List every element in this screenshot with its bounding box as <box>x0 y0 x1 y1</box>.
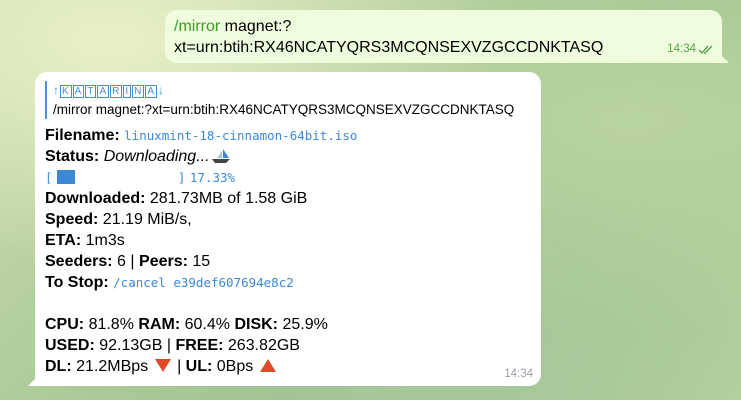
reply-sender-letter: N <box>132 85 145 98</box>
reply-sender-letter: A <box>145 85 158 98</box>
outgoing-message-line-1: /mirror magnet:? <box>174 16 714 37</box>
incoming-message-bubble[interactable]: ↑ K A T A R I N A ↓ /mirror magnet:?xt=urn:btih:R… <box>28 72 541 386</box>
downloaded-value: 281.73MB of 1.58 GiB <box>149 190 308 207</box>
seeders-label: Seeders: <box>45 253 113 270</box>
disk-label: DISK: <box>234 316 278 333</box>
outgoing-message-line-2: xt=urn:btih:RX46NCATYQRS3MCQNSEXVZGCCDNK… <box>174 39 604 56</box>
progress-bar-fill <box>56 170 75 184</box>
ul-label: UL: <box>185 358 213 375</box>
sailboat-icon <box>211 149 230 163</box>
disk-value: 25.9% <box>282 316 328 333</box>
cancel-command-link[interactable]: /cancel e39def607694e8c2 <box>113 275 294 290</box>
red-triangle-up-icon <box>259 359 276 372</box>
outgoing-text-rest: magnet:? <box>220 18 292 35</box>
reply-quote[interactable]: ↑ K A T A R I N A ↓ /mirror magnet:?xt=urn:btih:R… <box>45 81 532 119</box>
reply-quoted-text: /mirror magnet:?xt=urn:btih:RX46NCATYQRS… <box>53 102 515 117</box>
free-label: FREE: <box>175 337 224 354</box>
eta-row: ETA: 1m3s <box>45 230 532 251</box>
progress-bracket-open: [ <box>45 170 53 185</box>
outgoing-bubble-tail <box>720 54 729 63</box>
reply-sender-letter: I <box>123 85 132 98</box>
used-label: USED: <box>45 337 95 354</box>
peers-value: 15 <box>192 253 211 270</box>
separator: | <box>166 337 171 354</box>
status-label: Status: <box>45 148 100 165</box>
ul-value: 0Bps <box>216 358 254 375</box>
system-stats-row: CPU: 81.8% RAM: 60.4% DISK: 25.9% <box>45 314 532 335</box>
used-value: 92.13GB <box>99 337 163 354</box>
ram-label: RAM: <box>138 316 181 333</box>
dl-label: DL: <box>45 358 72 375</box>
filename-value[interactable]: linuxmint-18-cinnamon-64bit.iso <box>124 128 357 143</box>
red-triangle-down-icon <box>154 359 171 372</box>
eta-value: 1m3s <box>85 232 125 249</box>
speed-label: Speed: <box>45 211 99 228</box>
seeders-row: Seeders: 6 | Peers: 15 <box>45 251 532 272</box>
reply-sender-letter: A <box>72 85 85 98</box>
reply-arrow-up: ↑ <box>53 83 60 97</box>
stop-label: To Stop: <box>45 274 109 291</box>
separator: | <box>130 253 135 270</box>
incoming-message-time: 14:34 <box>504 368 533 380</box>
progress-bracket-close: ] <box>177 170 186 185</box>
reply-sender-name: ↑ K A T A R I N A ↓ <box>53 81 532 101</box>
outgoing-message-meta: 14:34 <box>667 39 714 60</box>
reply-sender-letter: K <box>60 85 72 98</box>
free-value: 263.82GB <box>227 337 300 354</box>
mirror-command-link[interactable]: /mirror <box>174 18 220 35</box>
status-value: Downloading... <box>103 148 210 165</box>
filename-row: Filename: linuxmint-18-cinnamon-64bit.is… <box>45 125 532 146</box>
eta-label: ETA: <box>45 232 82 249</box>
cpu-label: CPU: <box>45 316 85 333</box>
cpu-value: 81.8% <box>88 316 134 333</box>
progress-percent: 17.33% <box>189 170 236 185</box>
network-row: DL: 21.2MBps | UL: 0Bps <box>45 356 532 377</box>
status-row: Status: Downloading... <box>45 146 532 167</box>
peers-label: Peers: <box>139 253 188 270</box>
separator: | <box>177 358 182 375</box>
outgoing-message-bubble[interactable]: /mirror magnet:? xt=urn:btih:RX46NCATYQR… <box>165 10 729 63</box>
filename-label: Filename: <box>45 127 120 144</box>
storage-row: USED: 92.13GB | FREE: 263.82GB <box>45 335 532 356</box>
reply-sender-letter: T <box>85 85 97 98</box>
incoming-bubble-tail <box>28 377 37 386</box>
speed-value: 21.19 MiB/s, <box>102 211 192 228</box>
reply-sender-letter: R <box>110 85 123 98</box>
ram-value: 60.4% <box>184 316 230 333</box>
seeders-value: 6 <box>117 253 126 270</box>
reply-sender-letter: A <box>97 85 110 98</box>
reply-arrow-down: ↓ <box>158 83 166 97</box>
downloaded-label: Downloaded: <box>45 190 146 207</box>
dl-value: 21.2MBps <box>76 358 149 375</box>
speed-row: Speed: 21.19 MiB/s, <box>45 209 532 230</box>
stop-row: To Stop: /cancel e39def607694e8c2 <box>45 272 532 293</box>
downloaded-row: Downloaded: 281.73MB of 1.58 GiB <box>45 188 532 209</box>
progress-row: [ ] 17.33% <box>45 167 532 188</box>
outgoing-message-time: 14:34 <box>667 43 696 55</box>
double-check-icon <box>698 45 713 54</box>
